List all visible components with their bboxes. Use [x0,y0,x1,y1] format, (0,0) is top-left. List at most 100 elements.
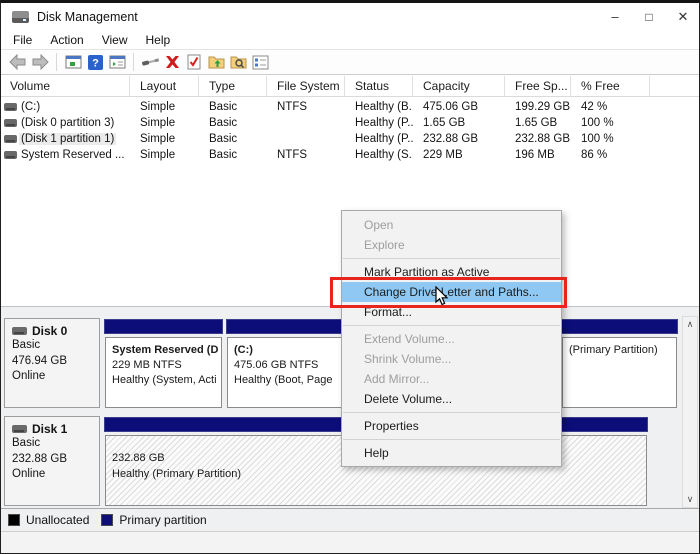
menu-separator [343,439,560,440]
menu-help[interactable]: Help [137,33,180,47]
cell-capacity: 229 MB [413,147,505,163]
vertical-scrollbar[interactable]: ∧ ∨ [682,316,698,508]
volume-name: (Disk 0 partition 3) [21,117,114,129]
console-window-icon[interactable] [62,51,84,73]
volume-name: System Reserved ... [21,149,125,161]
cell-layout: Simple [130,147,199,163]
table-row[interactable]: (C:) Simple Basic NTFS Healthy (B... 475… [0,99,700,115]
mouse-cursor [434,286,450,307]
partition-status: (Primary Partition) [569,343,676,358]
menu-item-explore: Explore [342,235,561,255]
properties-icon[interactable] [249,51,271,73]
cell-fs [267,115,345,131]
volume-list-header: Volume Layout Type File System Status Ca… [0,76,700,97]
menu-separator [343,325,560,326]
menu-file[interactable]: File [4,33,41,47]
column-header-free-space[interactable]: Free Sp... [505,76,571,97]
disk-kind: Basic [12,338,99,354]
partition-disk0-3[interactable]: (Primary Partition) [561,319,678,408]
column-header-volume[interactable]: Volume [0,76,130,97]
check-document-icon[interactable] [183,51,205,73]
cell-pct-free: 100 % [571,115,650,131]
toolbar: ? [0,49,700,75]
screwdriver-icon[interactable] [139,51,161,73]
menu-item-open: Open [342,215,561,235]
chevron-down-icon[interactable]: ∨ [683,492,697,507]
cell-capacity: 232.88 GB [413,131,505,147]
column-header-layout[interactable]: Layout [130,76,199,97]
disk-management-app-icon [12,10,29,24]
cell-free: 232.88 GB [505,131,571,147]
disk1-info-box[interactable]: Disk 1 Basic 232.88 GB Online [4,416,100,506]
partition-size: 229 MB NTFS [112,358,221,373]
cell-free: 199.29 GB [505,99,571,115]
forward-icon[interactable] [29,51,51,73]
volume-name: (Disk 1 partition 1) [19,133,116,145]
table-row[interactable]: (Disk 0 partition 3) Simple Basic Health… [0,115,700,131]
column-header-status[interactable]: Status [345,76,413,97]
cell-fs: NTFS [267,99,345,115]
cell-type: Basic [199,131,267,147]
disk-status: Online [12,369,99,385]
cell-type: Basic [199,99,267,115]
chevron-up-icon[interactable]: ∧ [683,317,697,332]
volume-icon [4,151,17,159]
disk-kind: Basic [12,436,99,452]
cell-type: Basic [199,115,267,131]
table-row[interactable]: System Reserved ... Simple Basic NTFS He… [0,147,700,163]
cell-status: Healthy (P... [345,115,413,131]
cell-status: Healthy (P... [345,131,413,147]
menu-item-help[interactable]: Help [342,443,561,463]
table-row-selected[interactable]: (Disk 1 partition 1) Simple Basic Health… [0,131,700,147]
svg-text:?: ? [92,57,99,69]
cell-status: Healthy (B... [345,99,413,115]
legend-label: Unallocated [26,513,89,527]
column-header-file-system[interactable]: File System [267,76,345,97]
cell-pct-free: 100 % [571,131,650,147]
title-bar: Disk Management – □ ✕ [0,3,700,30]
close-icon[interactable]: ✕ [666,3,700,30]
cell-layout: Simple [130,131,199,147]
window-title: Disk Management [37,10,138,24]
cell-free: 1.65 GB [505,115,571,131]
volume-name: (C:) [21,101,40,113]
partition-status: Healthy (Primary Partition) [112,466,646,482]
cell-fs: NTFS [267,147,345,163]
folder-find-icon[interactable] [227,51,249,73]
back-icon[interactable] [7,51,29,73]
cell-free: 196 MB [505,147,571,163]
disk0-info-box[interactable]: Disk 0 Basic 476.94 GB Online [4,318,100,408]
minimize-icon[interactable]: – [598,3,632,30]
legend-label: Primary partition [119,513,206,527]
column-header-type[interactable]: Type [199,76,267,97]
maximize-icon[interactable]: □ [632,3,666,30]
column-header-capacity[interactable]: Capacity [413,76,505,97]
menu-item-delete-volume[interactable]: Delete Volume... [342,389,561,409]
status-bar [0,531,700,554]
toolbar-separator [133,53,134,71]
menu-separator [343,412,560,413]
cell-pct-free: 86 % [571,147,650,163]
legend-bar: Unallocated Primary partition [0,508,700,531]
folder-up-icon[interactable] [205,51,227,73]
help-icon[interactable]: ? [84,51,106,73]
cell-fs [267,131,345,147]
menu-item-add-mirror: Add Mirror... [342,369,561,389]
cell-pct-free: 42 % [571,99,650,115]
partition-status: Healthy (System, Acti [112,373,221,388]
unallocated-swatch [8,514,20,526]
menu-bar: File Action View Help [0,30,700,49]
disk-name: Disk 1 [32,422,67,436]
cell-capacity: 1.65 GB [413,115,505,131]
disk-size: 232.88 GB [12,452,99,468]
disk-icon [12,425,27,433]
list-window-icon[interactable] [106,51,128,73]
volume-icon [4,103,17,111]
menu-item-properties[interactable]: Properties [342,416,561,436]
menu-action[interactable]: Action [41,33,92,47]
column-header-pct-free[interactable]: % Free [571,76,650,97]
partition-system-reserved[interactable]: System Reserved (D 229 MB NTFS Healthy (… [104,319,223,408]
menu-view[interactable]: View [93,33,137,47]
delete-icon[interactable] [161,51,183,73]
volume-icon [4,135,17,143]
